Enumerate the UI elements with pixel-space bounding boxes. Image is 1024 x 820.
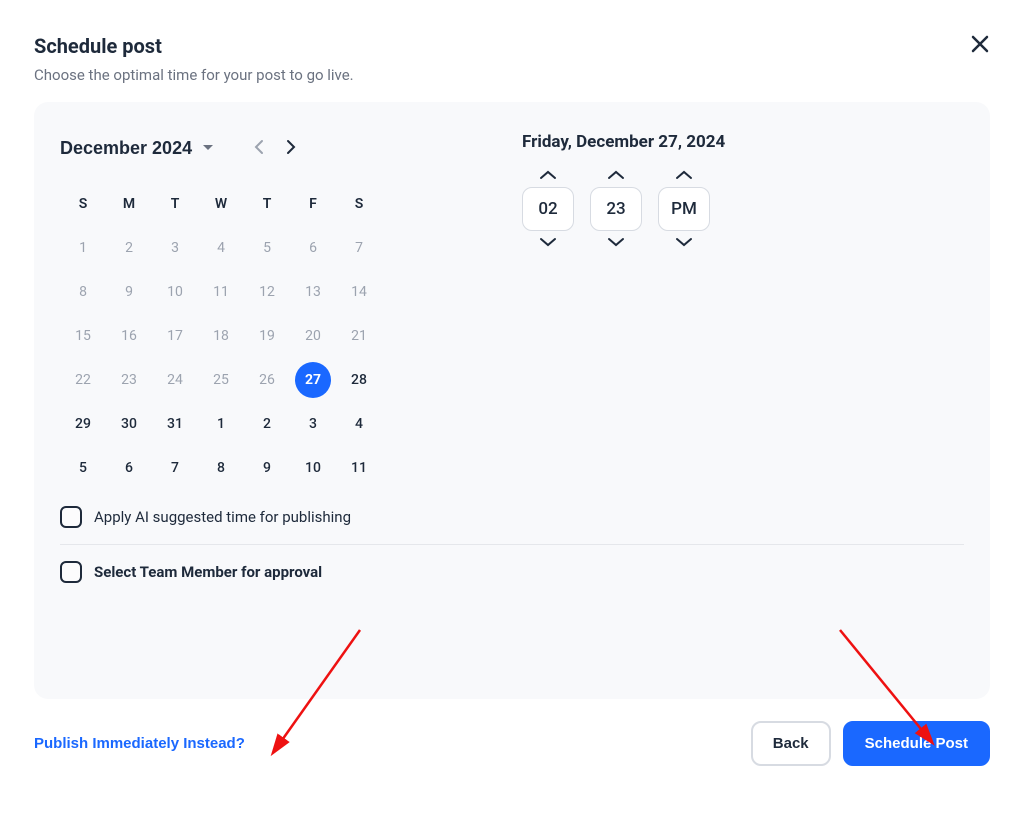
- back-button[interactable]: Back: [751, 721, 831, 766]
- minute-stepper: 23: [590, 164, 642, 254]
- calendar-day[interactable]: 5: [249, 230, 285, 266]
- calendar-day[interactable]: 11: [341, 450, 377, 486]
- calendar-day[interactable]: 2: [249, 406, 285, 442]
- calendar-day[interactable]: 9: [111, 274, 147, 310]
- calendar-day[interactable]: 7: [157, 450, 193, 486]
- hour-down-button[interactable]: [535, 231, 561, 254]
- calendar-dow: F: [309, 196, 317, 212]
- calendar-day[interactable]: 1: [203, 406, 239, 442]
- chevron-up-icon: [607, 170, 625, 180]
- chevron-right-icon: [286, 139, 296, 155]
- calendar-day[interactable]: 22: [65, 362, 101, 398]
- calendar-day[interactable]: 27: [295, 362, 331, 398]
- time-picker: Friday, December 27, 2024 02 23 PM: [522, 124, 725, 490]
- calendar-day[interactable]: 7: [341, 230, 377, 266]
- calendar-day[interactable]: 23: [111, 362, 147, 398]
- calendar-day[interactable]: 31: [157, 406, 193, 442]
- team-approval-checkbox[interactable]: [60, 561, 82, 583]
- calendar-dow: M: [123, 196, 135, 212]
- calendar-day[interactable]: 26: [249, 362, 285, 398]
- calendar-day[interactable]: 4: [341, 406, 377, 442]
- calendar-dow: T: [171, 196, 180, 212]
- calendar-day[interactable]: 2: [111, 230, 147, 266]
- hour-up-button[interactable]: [535, 164, 561, 187]
- close-button[interactable]: [970, 34, 990, 56]
- prev-month-button[interactable]: [248, 133, 270, 164]
- calendar-day[interactable]: 29: [65, 406, 101, 442]
- period-down-button[interactable]: [671, 231, 697, 254]
- calendar-day[interactable]: 19: [249, 318, 285, 354]
- calendar-dow: S: [355, 196, 364, 212]
- team-approval-row: Select Team Member for approval: [60, 545, 964, 599]
- calendar-grid: SMTWTFS123456789101112131415161718192021…: [60, 182, 382, 490]
- calendar-day[interactable]: 20: [295, 318, 331, 354]
- chevron-down-icon: [675, 237, 693, 247]
- next-month-button[interactable]: [280, 133, 302, 164]
- calendar-day[interactable]: 14: [341, 274, 377, 310]
- calendar-day[interactable]: 6: [111, 450, 147, 486]
- chevron-left-icon: [254, 139, 264, 155]
- modal-footer: Publish Immediately Instead? Back Schedu…: [34, 721, 990, 766]
- calendar-dow: S: [79, 196, 88, 212]
- calendar-day[interactable]: 10: [295, 450, 331, 486]
- calendar-day[interactable]: 30: [111, 406, 147, 442]
- calendar-day[interactable]: 10: [157, 274, 193, 310]
- ai-suggested-row: Apply AI suggested time for publishing: [60, 490, 964, 544]
- calendar-day[interactable]: 8: [65, 274, 101, 310]
- calendar-day[interactable]: 21: [341, 318, 377, 354]
- team-approval-label: Select Team Member for approval: [94, 563, 322, 581]
- chevron-down-icon: [607, 237, 625, 247]
- month-label: December 2024: [60, 138, 192, 159]
- close-icon: [970, 34, 990, 54]
- calendar-day[interactable]: 4: [203, 230, 239, 266]
- calendar-day[interactable]: 12: [249, 274, 285, 310]
- calendar-day[interactable]: 18: [203, 318, 239, 354]
- calendar-day[interactable]: 15: [65, 318, 101, 354]
- calendar-day[interactable]: 16: [111, 318, 147, 354]
- calendar-dow: T: [263, 196, 272, 212]
- calendar-dow: W: [215, 196, 227, 212]
- calendar: December 2024 SMTWTFS1234567891011121314…: [60, 124, 382, 490]
- calendar-day[interactable]: 3: [295, 406, 331, 442]
- caret-down-icon: [202, 144, 214, 152]
- calendar-day[interactable]: 25: [203, 362, 239, 398]
- minute-up-button[interactable]: [603, 164, 629, 187]
- calendar-day[interactable]: 24: [157, 362, 193, 398]
- ai-suggested-checkbox[interactable]: [60, 506, 82, 528]
- ai-suggested-label: Apply AI suggested time for publishing: [94, 508, 351, 526]
- minute-down-button[interactable]: [603, 231, 629, 254]
- scheduler-panel: December 2024 SMTWTFS1234567891011121314…: [34, 102, 990, 699]
- chevron-up-icon: [539, 170, 557, 180]
- modal-title: Schedule post: [34, 34, 354, 58]
- calendar-day[interactable]: 3: [157, 230, 193, 266]
- selected-date-label: Friday, December 27, 2024: [522, 132, 725, 152]
- schedule-post-modal: Schedule post Choose the optimal time fo…: [0, 0, 1024, 786]
- hour-stepper: 02: [522, 164, 574, 254]
- calendar-day[interactable]: 8: [203, 450, 239, 486]
- publish-now-link[interactable]: Publish Immediately Instead?: [34, 735, 245, 752]
- modal-subtitle: Choose the optimal time for your post to…: [34, 66, 354, 84]
- calendar-day[interactable]: 17: [157, 318, 193, 354]
- calendar-day[interactable]: 11: [203, 274, 239, 310]
- month-selector[interactable]: December 2024: [60, 138, 214, 159]
- period-value[interactable]: PM: [658, 187, 710, 231]
- period-up-button[interactable]: [671, 164, 697, 187]
- minute-value[interactable]: 23: [590, 187, 642, 231]
- schedule-post-button[interactable]: Schedule Post: [843, 721, 990, 766]
- calendar-day[interactable]: 28: [341, 362, 377, 398]
- calendar-day[interactable]: 1: [65, 230, 101, 266]
- period-stepper: PM: [658, 164, 710, 254]
- calendar-day[interactable]: 5: [65, 450, 101, 486]
- calendar-day[interactable]: 13: [295, 274, 331, 310]
- calendar-day[interactable]: 9: [249, 450, 285, 486]
- hour-value[interactable]: 02: [522, 187, 574, 231]
- chevron-down-icon: [539, 237, 557, 247]
- chevron-up-icon: [675, 170, 693, 180]
- calendar-day[interactable]: 6: [295, 230, 331, 266]
